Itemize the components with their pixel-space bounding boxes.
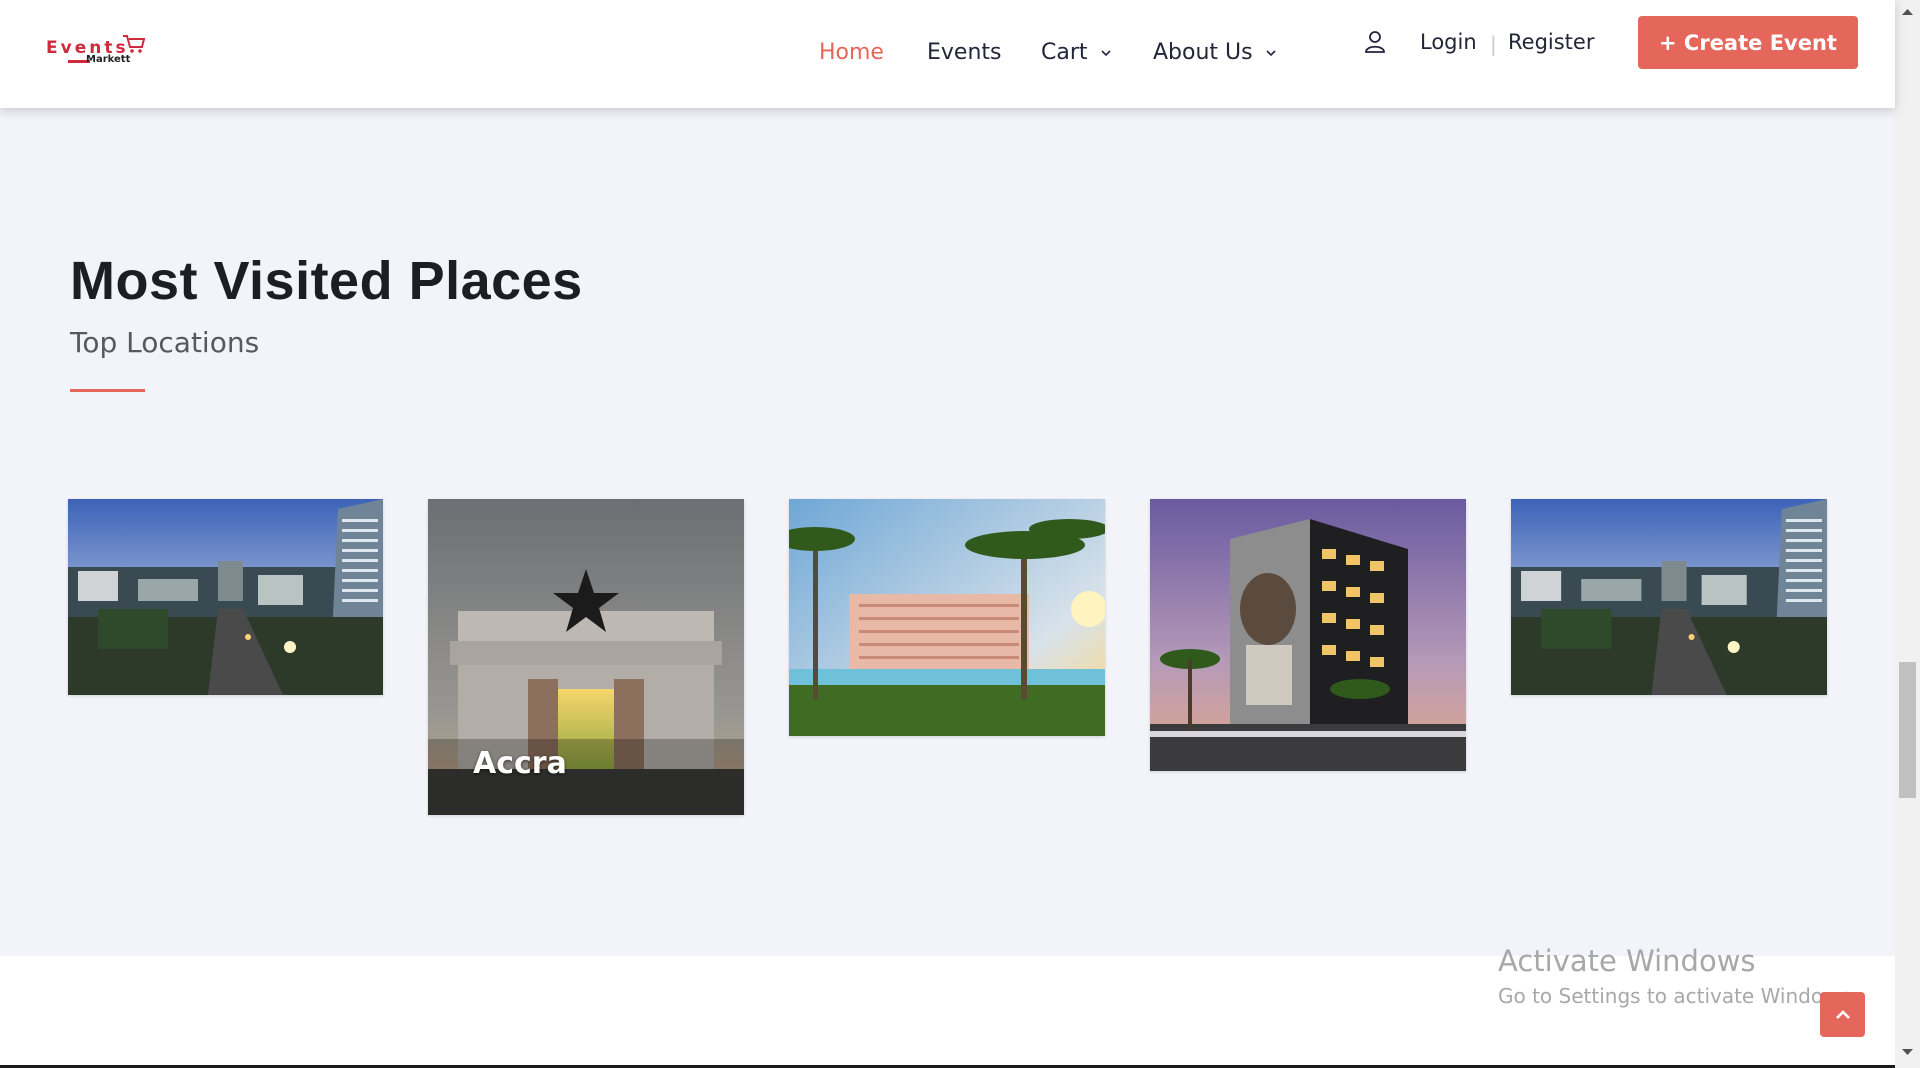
auth-separator: |: [1490, 32, 1497, 56]
scroll-up-arrow-icon[interactable]: [1900, 6, 1915, 18]
windows-activation-watermark: Activate Windows Go to Settings to activ…: [1498, 944, 1856, 1008]
register-link[interactable]: Register: [1508, 30, 1594, 54]
scroll-down-arrow-icon[interactable]: [1900, 1046, 1915, 1058]
nav-events[interactable]: Events: [927, 40, 1002, 65]
create-event-button[interactable]: + Create Event: [1638, 16, 1858, 69]
watermark-subtitle: Go to Settings to activate Windows.: [1498, 984, 1857, 1008]
nav-about-us[interactable]: About Us: [1153, 40, 1276, 65]
watermark-title: Activate Windows: [1498, 944, 1756, 978]
cart-logo-icon: [123, 35, 146, 53]
scroll-to-top-button[interactable]: [1820, 992, 1865, 1037]
nav-cart[interactable]: Cart: [1041, 40, 1111, 65]
nav-cart-label: Cart: [1041, 40, 1088, 65]
place-card-1[interactable]: [68, 499, 383, 695]
nav-about-label: About Us: [1153, 40, 1253, 65]
nav-home[interactable]: Home: [819, 40, 884, 65]
mural-building-photo: [1150, 499, 1466, 771]
section-title: Most Visited Places: [70, 251, 583, 311]
user-icon[interactable]: [1364, 30, 1386, 54]
chevron-up-icon: [1835, 1009, 1850, 1019]
palm-resort-photo: [789, 499, 1105, 736]
events-markett-logo[interactable]: Events Markett: [46, 32, 146, 72]
page-scrollbar[interactable]: [1895, 0, 1920, 1068]
login-link[interactable]: Login: [1420, 30, 1477, 54]
scrollbar-thumb[interactable]: [1899, 662, 1916, 798]
place-card-4[interactable]: [1150, 499, 1466, 771]
place-card-3[interactable]: [789, 499, 1105, 736]
chevron-down-icon: [1100, 49, 1111, 56]
section-subtitle: Top Locations: [70, 326, 260, 359]
site-header: Events Markett Home Events Cart About Us…: [0, 0, 1895, 108]
chevron-down-icon: [1266, 49, 1276, 56]
section-divider: [70, 389, 145, 392]
place-card-accra[interactable]: Accra: [428, 499, 744, 815]
place-card-5[interactable]: [1511, 499, 1827, 695]
logo-sub: Markett: [86, 54, 131, 65]
card-label-accra: Accra: [473, 746, 567, 781]
city-skyline-photo: [68, 499, 383, 695]
city-skyline-photo: [1511, 499, 1827, 695]
